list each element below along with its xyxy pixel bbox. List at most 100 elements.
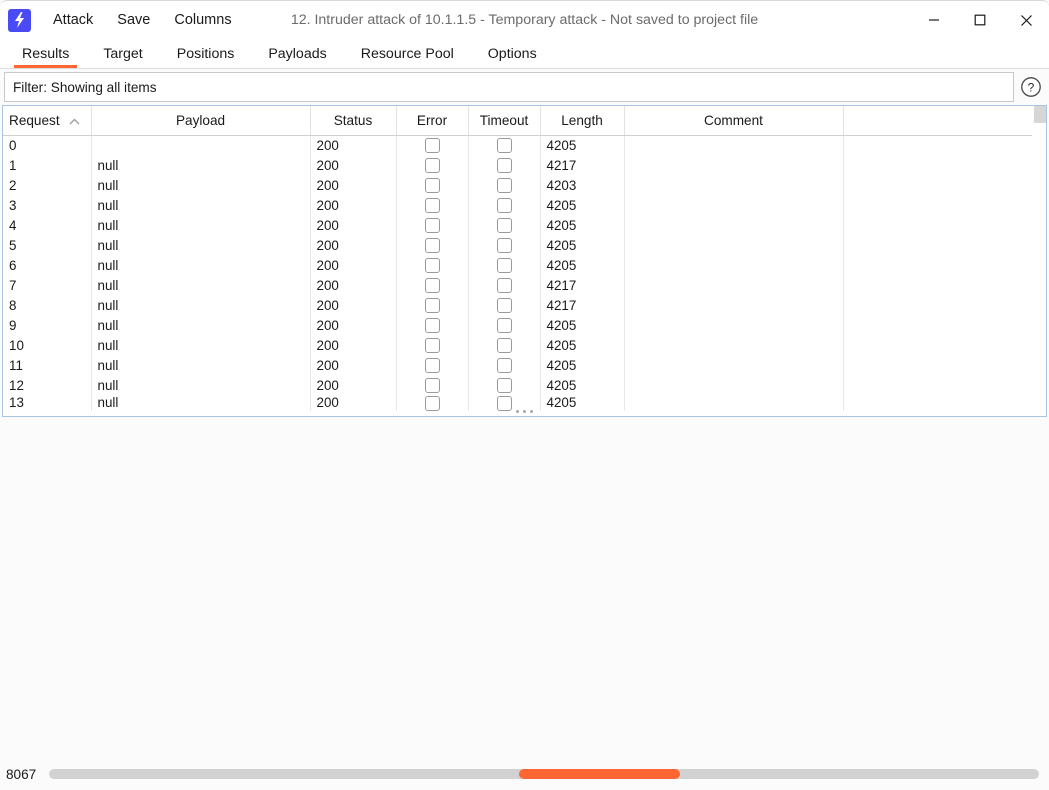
panel-splitter-handle[interactable] xyxy=(3,406,1046,416)
cell-error-checkbox[interactable] xyxy=(424,277,440,293)
tab-options[interactable]: Options xyxy=(471,39,554,68)
cell-error-checkbox[interactable] xyxy=(424,337,440,353)
table-row[interactable]: 2 null 200 4203 xyxy=(3,175,1032,195)
cell-timeout xyxy=(468,175,541,195)
tab-resource-pool[interactable]: Resource Pool xyxy=(344,39,471,68)
table-row[interactable]: 6 null 200 4205 xyxy=(3,255,1032,275)
maximize-button[interactable] xyxy=(957,1,1003,40)
cell-timeout-checkbox[interactable] xyxy=(496,237,512,253)
table-row[interactable]: 10 null 200 4205 xyxy=(3,335,1032,355)
cell-error xyxy=(396,235,469,255)
cell-spacer xyxy=(843,255,1032,275)
cell-timeout-checkbox[interactable] xyxy=(496,177,512,193)
table-row[interactable]: 11 null 200 4205 xyxy=(3,355,1032,375)
cell-error-checkbox[interactable] xyxy=(424,357,440,373)
cell-timeout-checkbox[interactable] xyxy=(496,217,512,233)
attack-progress-bar[interactable] xyxy=(49,769,1039,779)
tab-payloads[interactable]: Payloads xyxy=(251,39,343,68)
cell-length: 4205 xyxy=(540,375,625,395)
svg-text:?: ? xyxy=(1028,81,1035,95)
results-vertical-scrollbar[interactable] xyxy=(1032,106,1046,416)
table-row[interactable]: 4 null 200 4205 xyxy=(3,215,1032,235)
column-header-status[interactable]: Status xyxy=(310,106,397,136)
cell-status: 200 xyxy=(310,335,397,355)
cell-error-checkbox[interactable] xyxy=(424,177,440,193)
filter-bar[interactable]: Filter: Showing all items xyxy=(4,72,1014,102)
column-header-payload[interactable]: Payload xyxy=(91,106,311,136)
cell-comment xyxy=(624,275,844,295)
cell-timeout-checkbox[interactable] xyxy=(496,277,512,293)
cell-error xyxy=(396,355,469,375)
cell-spacer xyxy=(843,155,1032,175)
tab-target[interactable]: Target xyxy=(86,39,159,68)
cell-timeout xyxy=(468,335,541,355)
cell-error-checkbox[interactable] xyxy=(424,138,440,154)
cell-timeout-checkbox[interactable] xyxy=(496,197,512,213)
close-button[interactable] xyxy=(1003,1,1049,40)
cell-payload: null xyxy=(91,355,311,375)
column-header-spacer[interactable] xyxy=(843,106,1032,136)
cell-comment xyxy=(624,315,844,335)
cell-spacer xyxy=(843,375,1032,395)
menu-bar: Attack Save Columns xyxy=(41,8,244,32)
cell-request: 3 xyxy=(3,195,92,215)
cell-timeout-checkbox[interactable] xyxy=(496,317,512,333)
column-header-request-label: Request xyxy=(9,112,60,128)
minimize-button[interactable] xyxy=(911,1,957,40)
cell-error-checkbox[interactable] xyxy=(424,197,440,213)
close-icon xyxy=(1020,14,1032,26)
status-bar: 8067 xyxy=(0,758,1049,790)
cell-payload xyxy=(91,135,311,155)
question-mark-icon[interactable]: ? xyxy=(1017,72,1045,102)
cell-timeout-checkbox[interactable] xyxy=(496,377,512,393)
menu-item-save[interactable]: Save xyxy=(105,8,162,32)
table-row[interactable]: 8 null 200 4217 xyxy=(3,295,1032,315)
cell-spacer xyxy=(843,195,1032,215)
cell-timeout-checkbox[interactable] xyxy=(496,357,512,373)
cell-timeout-checkbox[interactable] xyxy=(496,297,512,313)
splitter-dot xyxy=(516,409,519,413)
cell-timeout-checkbox[interactable] xyxy=(496,157,512,173)
cell-length: 4217 xyxy=(540,275,625,295)
cell-status: 200 xyxy=(310,135,397,155)
tab-results[interactable]: Results xyxy=(5,39,86,68)
cell-error-checkbox[interactable] xyxy=(424,377,440,393)
cell-error-checkbox[interactable] xyxy=(424,217,440,233)
table-row[interactable]: 0 200 4205 xyxy=(3,135,1032,155)
cell-timeout-checkbox[interactable] xyxy=(496,257,512,273)
cell-error-checkbox[interactable] xyxy=(424,157,440,173)
cell-status: 200 xyxy=(310,315,397,335)
table-row[interactable]: 5 null 200 4205 xyxy=(3,235,1032,255)
cell-error-checkbox[interactable] xyxy=(424,237,440,253)
table-row[interactable]: 3 null 200 4205 xyxy=(3,195,1032,215)
cell-error-checkbox[interactable] xyxy=(424,297,440,313)
cell-timeout-checkbox[interactable] xyxy=(496,337,512,353)
results-vertical-scrollbar-thumb[interactable] xyxy=(1034,106,1046,123)
cell-error xyxy=(396,315,469,335)
cell-length: 4205 xyxy=(540,355,625,375)
cell-error-checkbox[interactable] xyxy=(424,257,440,273)
cell-comment xyxy=(624,155,844,175)
column-header-comment[interactable]: Comment xyxy=(624,106,844,136)
cell-request: 0 xyxy=(3,135,92,155)
cell-error-checkbox[interactable] xyxy=(424,317,440,333)
cell-error xyxy=(396,335,469,355)
cell-error xyxy=(396,295,469,315)
cell-comment xyxy=(624,355,844,375)
column-header-request[interactable]: Request xyxy=(3,106,92,136)
table-row[interactable]: 12 null 200 4205 xyxy=(3,375,1032,395)
lightning-bolt-icon xyxy=(8,8,31,32)
table-row[interactable]: 7 null 200 4217 xyxy=(3,275,1032,295)
menu-item-attack[interactable]: Attack xyxy=(41,8,105,32)
filter-row: Filter: Showing all items ? xyxy=(0,69,1049,105)
tab-positions[interactable]: Positions xyxy=(160,39,252,68)
column-header-timeout[interactable]: Timeout xyxy=(468,106,541,136)
table-row[interactable]: 1 null 200 4217 xyxy=(3,155,1032,175)
cell-timeout xyxy=(468,255,541,275)
cell-timeout-checkbox[interactable] xyxy=(496,138,512,154)
cell-request: 7 xyxy=(3,275,92,295)
table-row[interactable]: 9 null 200 4205 xyxy=(3,315,1032,335)
column-header-length[interactable]: Length xyxy=(540,106,625,136)
column-header-error[interactable]: Error xyxy=(396,106,469,136)
menu-item-columns[interactable]: Columns xyxy=(162,8,243,32)
